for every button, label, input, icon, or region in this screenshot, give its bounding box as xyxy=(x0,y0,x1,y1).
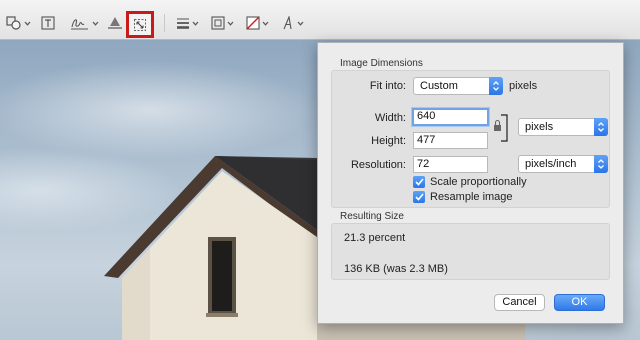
border-color-button[interactable] xyxy=(211,13,234,33)
scale-proportionally-label: Scale proportionally xyxy=(430,176,527,188)
resulting-percent: 21.3 percent xyxy=(344,232,406,244)
adjust-color-button[interactable] xyxy=(107,13,123,33)
chevron-down-icon xyxy=(192,21,199,26)
popup-arrows-icon xyxy=(594,155,608,173)
checkmark-icon xyxy=(413,176,425,188)
resulting-size-group: 21.3 percent 136 KB (was 2.3 MB) xyxy=(331,223,610,280)
chevron-down-icon xyxy=(227,21,234,26)
lock-icon xyxy=(494,114,508,142)
adjust-size-button[interactable] xyxy=(126,11,154,38)
width-field[interactable]: 640 xyxy=(412,108,489,126)
proportion-lock[interactable] xyxy=(493,113,513,143)
image-dimensions-title: Image Dimensions xyxy=(340,58,423,69)
text-icon xyxy=(41,16,55,30)
resample-image-label: Resample image xyxy=(430,191,513,203)
adjust-size-dialog: Image Dimensions Fit into: Custom pixels… xyxy=(317,42,624,324)
height-label: Height: xyxy=(371,135,406,147)
shape-style-button[interactable] xyxy=(176,13,199,33)
resolution-unit-popup[interactable]: pixels/inch xyxy=(518,155,608,173)
fit-into-value: Custom xyxy=(420,80,458,92)
markup-toolbar xyxy=(0,0,640,40)
width-label: Width: xyxy=(374,112,406,124)
text-style-button[interactable] xyxy=(281,13,304,33)
fit-into-label: Fit into: xyxy=(369,80,406,92)
signature-icon xyxy=(71,19,88,30)
shapes-tool-button[interactable] xyxy=(6,13,31,33)
shape-style-icon xyxy=(177,18,189,29)
size-unit-popup[interactable]: pixels xyxy=(518,118,608,136)
toolbar-separator xyxy=(164,14,165,32)
height-field[interactable]: 477 xyxy=(413,132,488,149)
chevron-down-icon xyxy=(262,21,269,26)
text-style-icon xyxy=(283,16,292,30)
adjust-size-icon xyxy=(134,18,146,31)
chevron-down-icon xyxy=(297,21,304,26)
cancel-button[interactable]: Cancel xyxy=(494,294,545,311)
shapes-icon xyxy=(6,16,21,30)
image-dimensions-group: Fit into: Custom pixels Width: 640 Heigh… xyxy=(331,70,610,208)
size-unit-value: pixels xyxy=(525,121,554,133)
fill-color-icon xyxy=(246,16,260,30)
signature-tool-button[interactable] xyxy=(70,13,99,33)
resulting-file-size: 136 KB (was 2.3 MB) xyxy=(344,263,448,275)
chevron-down-icon xyxy=(92,21,99,26)
fit-into-popup[interactable]: Custom xyxy=(413,77,503,95)
resolution-unit-value: pixels/inch xyxy=(525,158,577,170)
ok-button[interactable]: OK xyxy=(554,294,605,311)
chevron-down-icon xyxy=(24,21,31,26)
fill-color-button[interactable] xyxy=(246,13,269,33)
resample-image-checkbox[interactable]: Resample image xyxy=(413,191,513,203)
resolution-label: Resolution: xyxy=(350,159,406,171)
adjust-color-icon xyxy=(108,17,122,29)
checkmark-icon xyxy=(413,191,425,203)
popup-arrows-icon xyxy=(594,118,608,136)
fit-into-unit: pixels xyxy=(509,80,538,92)
scale-proportionally-checkbox[interactable]: Scale proportionally xyxy=(413,176,527,188)
border-color-icon xyxy=(211,16,225,30)
resulting-size-title: Resulting Size xyxy=(340,211,404,222)
popup-arrows-icon xyxy=(489,77,503,95)
resolution-field[interactable]: 72 xyxy=(413,156,488,173)
text-tool-button[interactable] xyxy=(41,13,55,33)
